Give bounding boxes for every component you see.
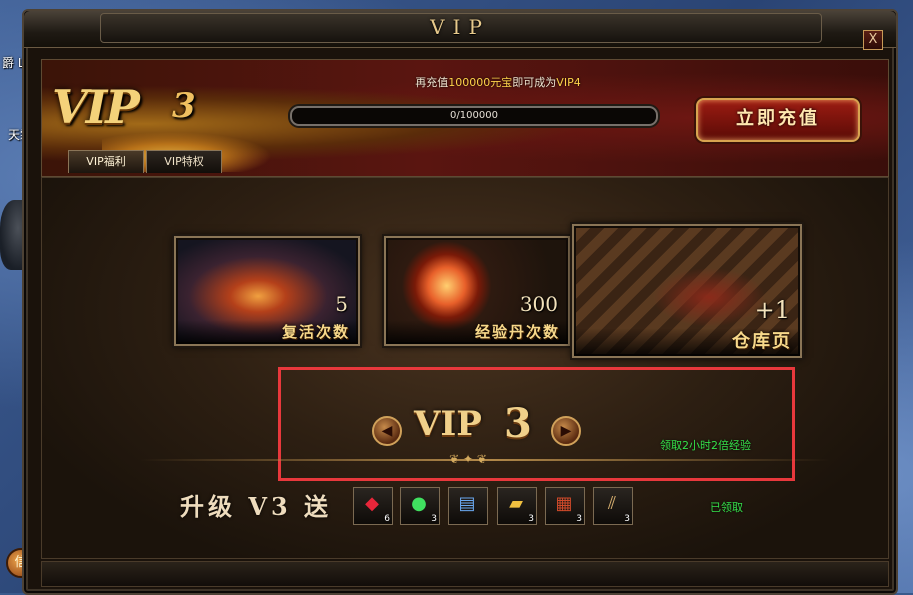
- reward-slot[interactable]: ▦ 3: [545, 487, 585, 525]
- window-title: VIP: [430, 15, 490, 39]
- book-icon: ▦: [555, 493, 573, 514]
- benefit-card-exp: 300 经验丹次数: [384, 236, 570, 346]
- card-count: 300: [519, 292, 558, 316]
- exp-bonus-text[interactable]: 领取2小时2倍经验: [660, 437, 751, 453]
- exp-scroll-icon: ▤: [458, 493, 476, 514]
- reward-qty: 6: [384, 514, 390, 524]
- window-bottom-bar: [41, 561, 889, 587]
- tab-vip-privileges[interactable]: VIP特权: [146, 150, 222, 173]
- recharge-amount: 100000元宝: [448, 76, 513, 89]
- card-label: 复活次数: [176, 320, 358, 344]
- tab-vip-benefits[interactable]: VIP福利: [68, 150, 144, 173]
- card-label: 经验丹次数: [386, 320, 568, 344]
- recharge-now-button[interactable]: 立即充值: [696, 98, 860, 142]
- scroll-bundle-icon: ⫽: [607, 493, 617, 514]
- chevron-left-icon[interactable]: ◀: [372, 416, 402, 446]
- vip-level-label: VIP: [414, 404, 482, 444]
- upgrade-reward-label: 升级 V3 送: [180, 492, 333, 521]
- gold-ingot-icon: ▰: [509, 493, 523, 514]
- reward-slot[interactable]: ▰ 3: [497, 487, 537, 525]
- reward-slot[interactable]: ⫽ 3: [593, 487, 633, 525]
- vip-level-number: 3: [504, 400, 532, 447]
- reward-qty: 3: [528, 514, 534, 524]
- selection-highlight-box: [278, 367, 795, 481]
- reward-qty: 3: [624, 514, 630, 524]
- reward-slot[interactable]: ● 3: [400, 487, 440, 525]
- recharge-hint: 再充值100000元宝即可成为VIP4: [288, 74, 708, 90]
- recharge-target: VIP4: [556, 76, 581, 89]
- window-titlebar[interactable]: VIP: [24, 11, 896, 48]
- progress-text: 0/100000: [450, 110, 498, 121]
- reward-qty: 3: [576, 514, 582, 524]
- benefit-card-warehouse: +1 仓库页: [572, 224, 802, 358]
- vip-logo-level: 3: [172, 86, 196, 126]
- recharge-prefix: 再充值: [415, 76, 449, 89]
- ornament-center: ❦ ✦ ❦: [449, 452, 487, 466]
- recharge-progress-bar: 0/100000: [290, 106, 658, 126]
- benefit-card-revive: 5 复活次数: [174, 236, 360, 346]
- claimed-status: 已领取: [710, 501, 743, 514]
- card-count: +1: [754, 296, 790, 324]
- vip-logo: VIP: [52, 80, 140, 134]
- recharge-middle: 即可成为: [512, 76, 557, 89]
- exp-pill-icon: ●: [411, 493, 427, 514]
- vip-banner: VIP 3 再充值100000元宝即可成为VIP4 0/100000 立即充值 …: [41, 59, 889, 177]
- reward-slot[interactable]: ◆ 6: [353, 487, 393, 525]
- chevron-right-icon[interactable]: ▶: [551, 416, 581, 446]
- reward-qty: 3: [431, 514, 437, 524]
- close-button[interactable]: X: [863, 30, 883, 50]
- card-count: 5: [335, 292, 348, 316]
- red-gem-icon: ◆: [365, 493, 379, 514]
- reward-slot[interactable]: ▤: [448, 487, 488, 525]
- card-label: 仓库页: [574, 328, 800, 356]
